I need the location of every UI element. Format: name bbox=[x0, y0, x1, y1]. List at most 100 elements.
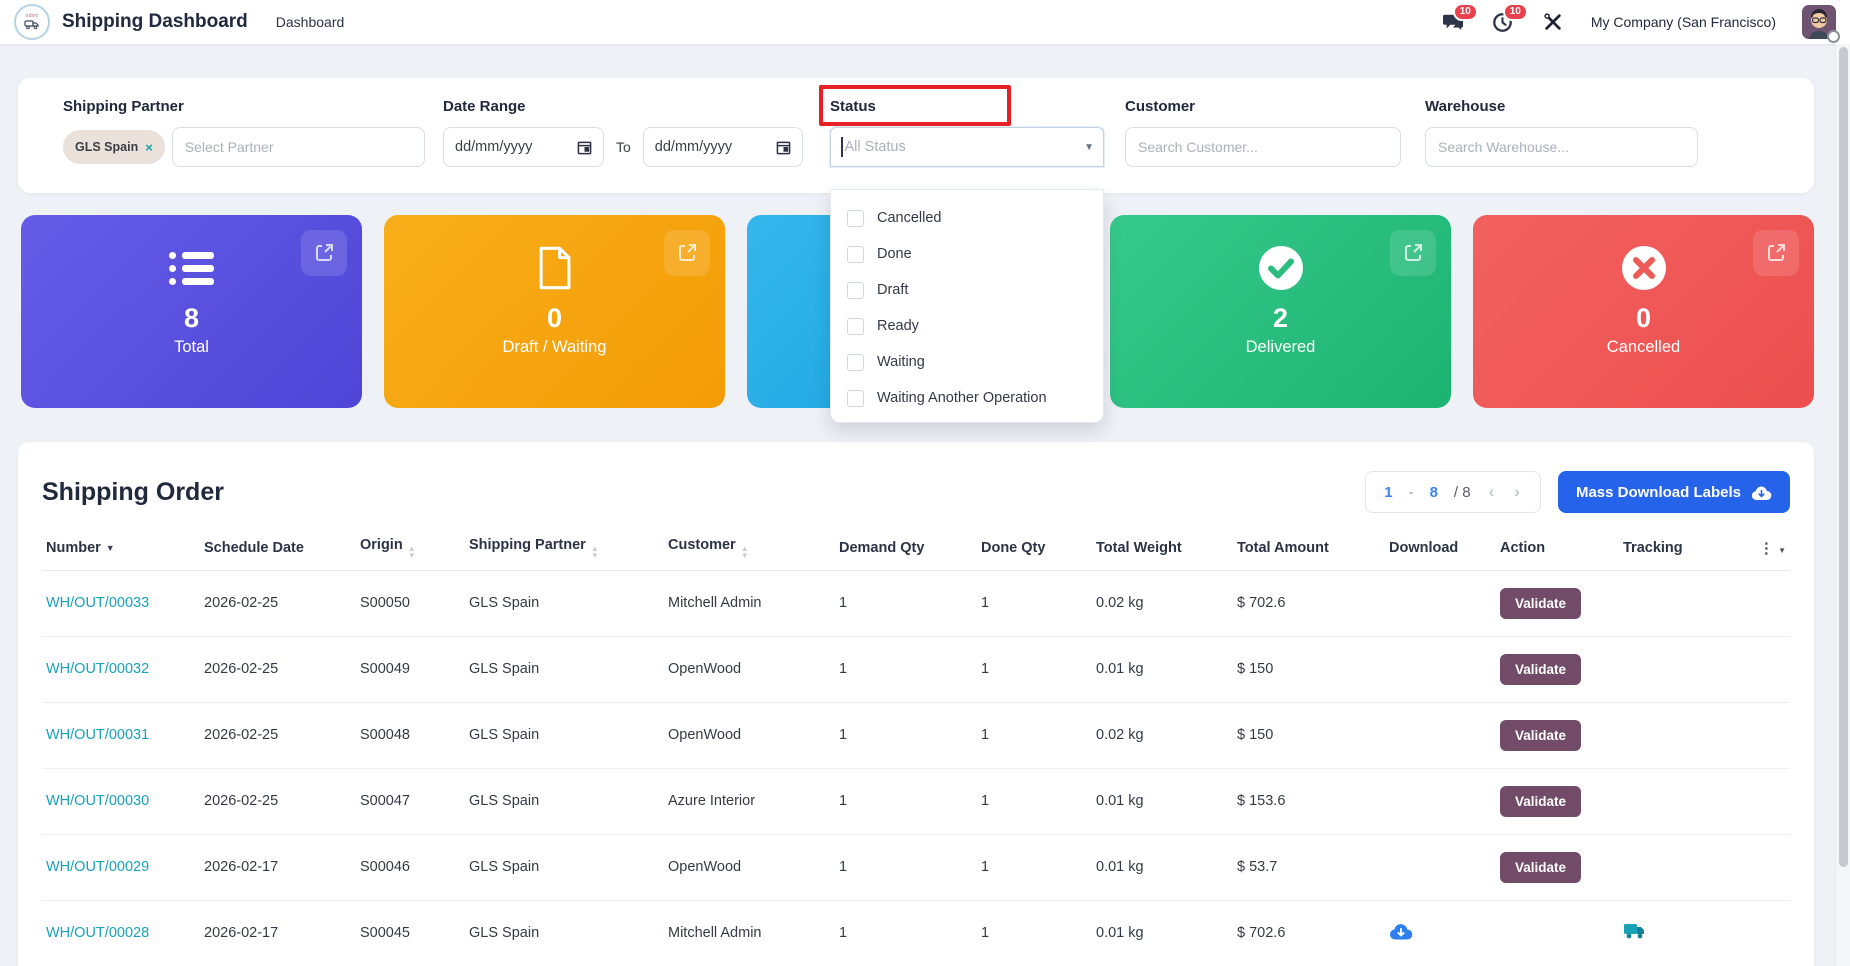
status-option-checkbox[interactable] bbox=[847, 354, 864, 371]
status-option[interactable]: Cancelled bbox=[831, 200, 1103, 236]
external-link-icon[interactable] bbox=[301, 230, 347, 276]
column-header[interactable]: Schedule Date bbox=[200, 526, 356, 570]
download-cell bbox=[1385, 834, 1496, 900]
messages-badge: 10 bbox=[1453, 3, 1478, 21]
status-option[interactable]: Waiting Another Operation bbox=[831, 380, 1103, 416]
warehouse-search-input[interactable] bbox=[1425, 127, 1698, 167]
order-number-link[interactable]: WH/OUT/00032 bbox=[46, 661, 149, 677]
row-end-cell bbox=[1730, 702, 1790, 768]
column-header[interactable]: Customer▲▼ bbox=[664, 526, 835, 570]
table-row: WH/OUT/000312026-02-25S00048GLS SpainOpe… bbox=[42, 702, 1790, 768]
column-header[interactable]: Download bbox=[1385, 526, 1496, 570]
column-header[interactable]: Demand Qty bbox=[835, 526, 977, 570]
status-option-checkbox[interactable] bbox=[847, 390, 864, 407]
download-cell bbox=[1385, 636, 1496, 702]
order-number-link[interactable]: WH/OUT/00029 bbox=[46, 859, 149, 875]
date-from-input[interactable]: dd/mm/yyyy bbox=[443, 127, 604, 167]
external-link-icon[interactable] bbox=[664, 230, 710, 276]
shipping-partner-cell: GLS Spain bbox=[465, 636, 664, 702]
next-page-icon[interactable]: › bbox=[1512, 482, 1522, 502]
order-number-link[interactable]: WH/OUT/00033 bbox=[46, 595, 149, 611]
column-header[interactable]: Total Amount bbox=[1233, 526, 1385, 570]
total-amount-cell: $ 150 bbox=[1233, 636, 1385, 702]
validate-button[interactable]: Validate bbox=[1500, 654, 1581, 685]
mass-download-labels-button[interactable]: Mass Download Labels bbox=[1558, 471, 1790, 513]
table-header-row: Number▼Schedule DateOrigin▲▼Shipping Par… bbox=[42, 526, 1790, 570]
validate-button[interactable]: Validate bbox=[1500, 852, 1581, 883]
total-weight-cell: 0.01 kg bbox=[1092, 900, 1233, 966]
status-option[interactable]: Ready bbox=[831, 308, 1103, 344]
check-circle-icon bbox=[1258, 245, 1304, 291]
total-weight-cell: 0.02 kg bbox=[1092, 570, 1233, 636]
external-link-icon[interactable] bbox=[1753, 230, 1799, 276]
download-cell[interactable] bbox=[1385, 900, 1496, 966]
column-header[interactable]: Tracking bbox=[1619, 526, 1730, 570]
scrollbar-thumb[interactable] bbox=[1839, 47, 1848, 867]
validate-button[interactable]: Validate bbox=[1500, 720, 1581, 751]
stat-card-cancelled[interactable]: 0 Cancelled bbox=[1473, 215, 1814, 408]
company-switcher[interactable]: My Company (San Francisco) bbox=[1591, 14, 1776, 30]
status-select[interactable]: All Status ▼ bbox=[830, 127, 1104, 167]
status-option-checkbox[interactable] bbox=[847, 246, 864, 263]
status-option-label: Cancelled bbox=[877, 210, 942, 226]
status-option-checkbox[interactable] bbox=[847, 282, 864, 299]
customer-search-input[interactable] bbox=[1125, 127, 1401, 167]
column-settings-button[interactable]: ⋮ ▼ bbox=[1730, 526, 1790, 570]
order-number-link[interactable]: WH/OUT/00031 bbox=[46, 727, 149, 743]
scrollbar[interactable] bbox=[1835, 44, 1850, 966]
activities-button[interactable]: 10 bbox=[1491, 10, 1515, 34]
status-option-label: Ready bbox=[877, 318, 919, 334]
validate-button[interactable]: Validate bbox=[1500, 786, 1581, 817]
status-option-checkbox[interactable] bbox=[847, 210, 864, 227]
page-end[interactable]: 8 bbox=[1430, 484, 1438, 501]
row-end-cell bbox=[1730, 636, 1790, 702]
done-qty-cell: 1 bbox=[977, 900, 1092, 966]
validate-button[interactable]: Validate bbox=[1500, 588, 1581, 619]
app-logo-icon[interactable]: odoo bbox=[14, 4, 50, 40]
shipping-partner-cell: GLS Spain bbox=[465, 702, 664, 768]
tracking-cell bbox=[1619, 636, 1730, 702]
download-cell bbox=[1385, 570, 1496, 636]
menu-dashboard[interactable]: Dashboard bbox=[276, 14, 345, 30]
sort-icon: ▲▼ bbox=[591, 545, 599, 559]
warehouse-label: Warehouse bbox=[1425, 98, 1505, 115]
tracking-truck-icon bbox=[1623, 921, 1645, 941]
user-avatar[interactable] bbox=[1802, 5, 1836, 39]
activities-badge: 10 bbox=[1503, 3, 1528, 21]
total-weight-cell: 0.01 kg bbox=[1092, 768, 1233, 834]
partner-search-input[interactable] bbox=[172, 127, 425, 167]
page-start[interactable]: 1 bbox=[1384, 484, 1392, 501]
debug-tools-button[interactable] bbox=[1541, 10, 1565, 34]
status-option-checkbox[interactable] bbox=[847, 318, 864, 335]
stat-card-draft-waiting[interactable]: 0 Draft / Waiting bbox=[384, 215, 725, 408]
external-link-icon[interactable] bbox=[1390, 230, 1436, 276]
status-option[interactable]: Done bbox=[831, 236, 1103, 272]
order-number-link[interactable]: WH/OUT/00028 bbox=[46, 925, 149, 941]
column-header[interactable]: Number▼ bbox=[42, 526, 200, 570]
messages-button[interactable]: 10 bbox=[1441, 10, 1465, 34]
prev-page-icon[interactable]: ‹ bbox=[1487, 482, 1497, 502]
schedule-date-cell: 2026-02-25 bbox=[200, 702, 356, 768]
action-cell: Validate bbox=[1496, 636, 1619, 702]
column-header[interactable]: Done Qty bbox=[977, 526, 1092, 570]
stat-card-total[interactable]: 8 Total bbox=[21, 215, 362, 408]
column-header[interactable]: Shipping Partner▲▼ bbox=[465, 526, 664, 570]
status-option[interactable]: Draft bbox=[831, 272, 1103, 308]
column-header[interactable]: Total Weight bbox=[1092, 526, 1233, 570]
tracking-cell[interactable] bbox=[1619, 900, 1730, 966]
schedule-date-cell: 2026-02-25 bbox=[200, 570, 356, 636]
order-number-link[interactable]: WH/OUT/00030 bbox=[46, 793, 149, 809]
column-header[interactable]: Origin▲▼ bbox=[356, 526, 465, 570]
remove-tag-icon[interactable]: × bbox=[145, 140, 153, 155]
schedule-date-cell: 2026-02-25 bbox=[200, 768, 356, 834]
date-to-input[interactable]: dd/mm/yyyy bbox=[643, 127, 803, 167]
total-amount-cell: $ 153.6 bbox=[1233, 768, 1385, 834]
total-weight-cell: 0.01 kg bbox=[1092, 834, 1233, 900]
status-option[interactable]: Waiting bbox=[831, 344, 1103, 380]
action-cell bbox=[1496, 900, 1619, 966]
stat-card-delivered[interactable]: 2 Delivered bbox=[1110, 215, 1451, 408]
origin-cell: S00049 bbox=[356, 636, 465, 702]
column-header[interactable]: Action bbox=[1496, 526, 1619, 570]
page-dash: - bbox=[1409, 484, 1414, 501]
shipping-partner-label: Shipping Partner bbox=[63, 98, 184, 115]
